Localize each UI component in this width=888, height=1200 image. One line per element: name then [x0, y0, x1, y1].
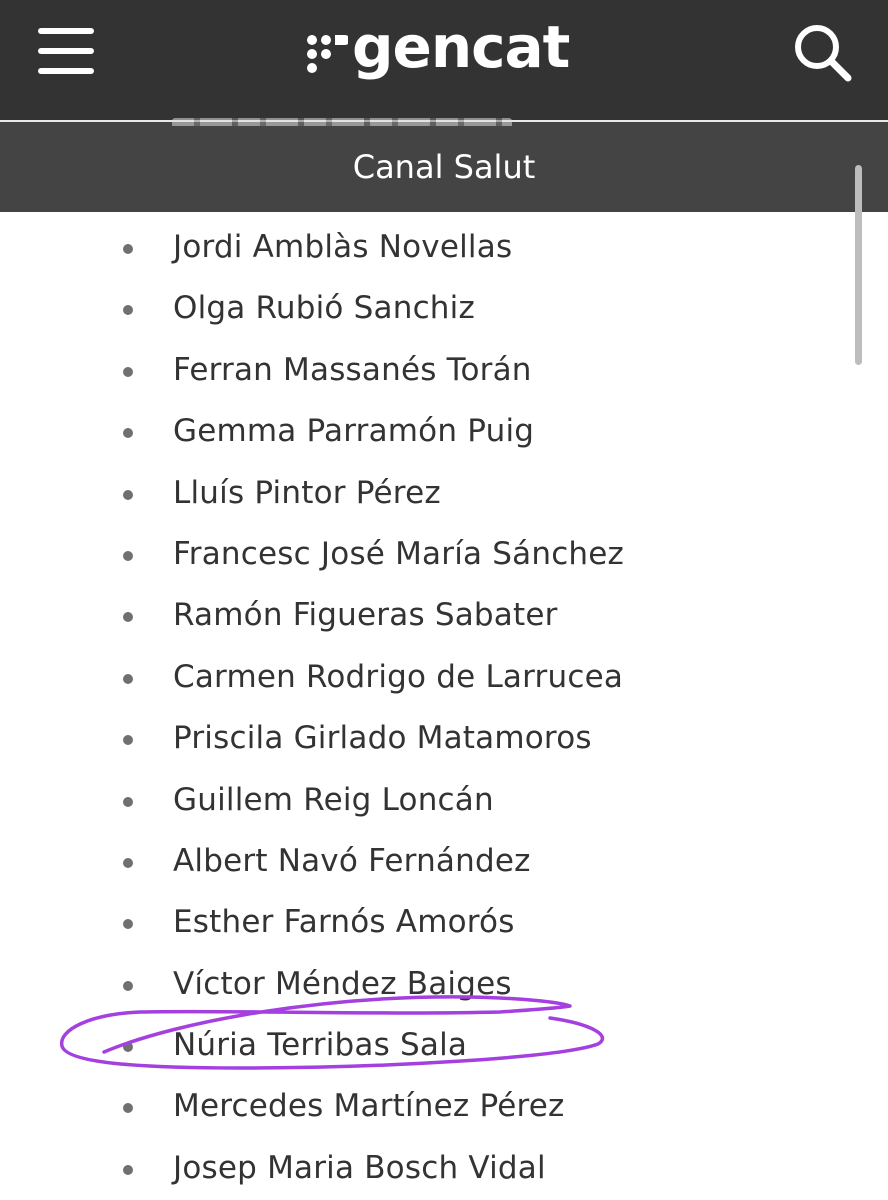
list-item: Priscila Girlado Matamoros [0, 708, 888, 769]
list-item: Ramón Figueras Sabater [0, 585, 888, 646]
bullet-icon [123, 857, 133, 868]
list-item: Francesc José María Sánchez [0, 524, 888, 585]
bullet-icon [123, 612, 133, 623]
menu-line [38, 48, 94, 54]
bullet-icon [123, 244, 133, 254]
person-name: Carmen Rodrigo de Larrucea [173, 658, 624, 695]
bullet-icon [123, 305, 133, 316]
list-item-highlighted: Núria Terribas Sala [0, 1015, 888, 1076]
bullet-icon [123, 428, 133, 439]
list-item: Albert Navó Fernández [0, 831, 888, 892]
list-item: Ferran Massanés Torán [0, 340, 888, 401]
person-name: Josep Maria Bosch Vidal [173, 1149, 546, 1186]
bullet-icon [123, 1042, 133, 1053]
bullet-icon [123, 980, 133, 991]
bullet-icon [123, 796, 133, 807]
name-list: Jordi Amblàs Novellas Olga Rubió Sanchiz… [0, 217, 888, 1199]
person-name: Ramón Figueras Sabater [173, 597, 558, 634]
search-icon[interactable] [790, 20, 856, 86]
gencat-logo[interactable]: gencat [306, 13, 570, 88]
bullet-icon [123, 1164, 133, 1175]
person-name: Priscila Girlado Matamoros [173, 720, 592, 757]
top-header-bar: gencat [0, 0, 888, 120]
list-item: Carmen Rodrigo de Larrucea [0, 647, 888, 708]
person-name: Mercedes Martínez Pérez [173, 1088, 565, 1125]
person-name: Núria Terribas Sala [173, 1027, 468, 1064]
bullet-icon [123, 919, 133, 930]
bullet-icon [123, 366, 133, 377]
person-name: Ferran Massanés Torán [173, 351, 532, 388]
person-name: Guillem Reig Loncán [173, 781, 494, 818]
person-name: Gemma Parramón Puig [173, 413, 535, 450]
section-header-bar: Canal Salut [0, 118, 888, 214]
person-name: Esther Farnós Amorós [173, 904, 515, 941]
list-item: Víctor Méndez Baiges [0, 954, 888, 1015]
person-name: Lluís Pintor Pérez [173, 474, 441, 511]
list-item: Lluís Pintor Pérez [0, 463, 888, 524]
list-item: Jordi Amblàs Novellas [0, 217, 888, 278]
bullet-icon [123, 735, 133, 746]
bullet-icon [123, 1103, 133, 1114]
logo-text: gencat [352, 13, 570, 81]
person-name: Jordi Amblàs Novellas [173, 229, 513, 265]
person-name: Francesc José María Sánchez [173, 535, 625, 572]
person-name: Olga Rubió Sanchiz [173, 290, 475, 327]
section-title[interactable]: Canal Salut [0, 122, 888, 214]
hamburger-menu-icon[interactable] [38, 26, 96, 76]
list-item: Esther Farnós Amorós [0, 892, 888, 953]
list-item: Olga Rubió Sanchiz [0, 278, 888, 339]
person-name: Víctor Méndez Baiges [173, 965, 512, 1002]
person-name: Albert Navó Fernández [173, 842, 531, 879]
bullet-icon [123, 550, 133, 561]
list-item: Mercedes Martínez Pérez [0, 1076, 888, 1137]
list-item: Guillem Reig Loncán [0, 770, 888, 831]
menu-line [38, 68, 94, 74]
list-item: Josep Maria Bosch Vidal [0, 1138, 888, 1199]
bullet-icon [123, 489, 133, 500]
search-icon-graphic [795, 25, 852, 82]
page: gencat Canal Salut Jordi Amblàs Novellas… [0, 0, 888, 1200]
bullet-icon [123, 673, 133, 684]
list-item: Gemma Parramón Puig [0, 401, 888, 462]
menu-line [38, 28, 94, 34]
gencat-logo-icon [307, 35, 348, 73]
